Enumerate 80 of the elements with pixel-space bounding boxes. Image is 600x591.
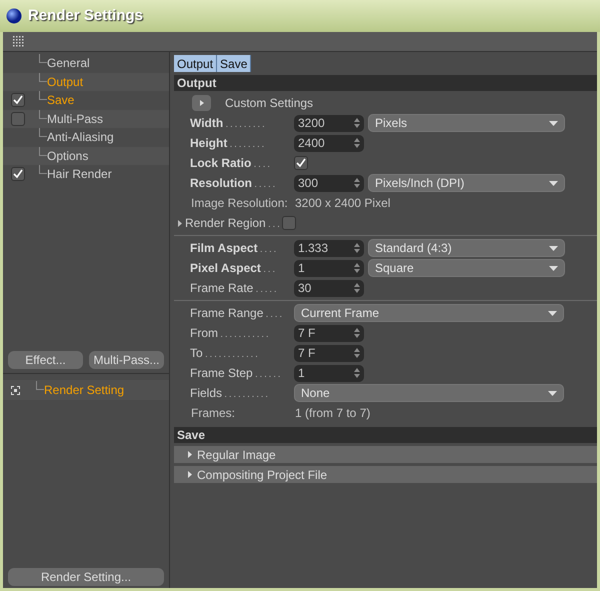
expand-triangle-icon [188, 451, 192, 458]
checkbox[interactable] [11, 112, 25, 126]
spinner-arrows-icon [354, 118, 360, 128]
tab[interactable]: Save [217, 55, 252, 72]
field-label: Frame Range . . . . [190, 305, 283, 322]
dropdown-arrow-icon [549, 246, 558, 250]
info-label: Frames: [191, 405, 236, 422]
info-value: 3200 x 2400 Pixel [295, 195, 390, 212]
dropdown[interactable]: None [294, 384, 564, 402]
number-field[interactable]: 7 F [294, 344, 364, 362]
dropdown-arrow-icon [549, 120, 558, 126]
dropdown[interactable]: Pixels [368, 114, 565, 132]
field-label: Resolution . . . . . [190, 175, 276, 192]
section-header: Output [174, 75, 597, 91]
spinner-arrows-icon [354, 283, 360, 293]
triangle-icon [200, 100, 204, 106]
field-label: To . . . . . . . . . . . . [190, 345, 258, 362]
field-label: Pixel Aspect . . . [190, 260, 276, 277]
info-value: 1 (from 7 to 7) [295, 405, 370, 422]
field-label: Frame Rate . . . . . [190, 280, 278, 297]
dropdown-arrow-icon [549, 266, 558, 270]
tab[interactable]: Output [174, 55, 218, 72]
grip-icon[interactable] [13, 36, 25, 48]
field-label: Render Region . . . [185, 215, 280, 232]
number-field[interactable]: 300 [294, 174, 364, 192]
checkbox[interactable] [11, 93, 25, 108]
checkbox[interactable] [11, 167, 25, 182]
field-label: Height . . . . . . . . [190, 135, 265, 152]
spinner-arrows-icon [354, 348, 360, 358]
checkbox[interactable] [294, 156, 308, 170]
number-field[interactable]: 2400 [294, 134, 364, 152]
section-label: Custom Settings [225, 95, 314, 112]
section-label: Compositing Project File [197, 466, 328, 484]
sphere-icon [6, 8, 22, 24]
spinner-arrows-icon [354, 138, 360, 148]
number-field[interactable]: 1 [294, 260, 364, 276]
spinner-arrows-icon [354, 368, 360, 378]
spinner-arrows-icon [354, 328, 360, 338]
field-label: Width . . . . . . . . . [190, 115, 266, 132]
number-field[interactable]: 30 [294, 280, 364, 296]
dropdown-arrow-icon [549, 180, 558, 186]
section-label: Regular Image [197, 446, 276, 464]
expand-triangle-icon [178, 220, 182, 226]
tree-item[interactable]: Hair Render [47, 165, 112, 184]
info-label: Image Resolution: [191, 195, 289, 212]
spinner-arrows-icon [354, 243, 360, 253]
tree-item[interactable]: Save [47, 91, 74, 110]
checkbox[interactable] [282, 216, 296, 230]
window-title: Render Settings [28, 6, 144, 26]
field-label: Film Aspect . . . . [190, 240, 277, 257]
dropdown[interactable]: Pixels/Inch (DPI) [368, 174, 565, 192]
field-label: Lock Ratio . . . . [190, 155, 271, 172]
dropdown[interactable]: Standard (4:3) [368, 239, 565, 257]
tree-item[interactable]: Anti-Aliasing [47, 128, 114, 146]
collapsed-section[interactable]: Compositing Project File [174, 466, 597, 483]
spinner-arrows-icon [354, 178, 360, 188]
field-label: From . . . . . . . . . . . [190, 325, 270, 342]
checkmark-icon [13, 95, 23, 106]
number-field[interactable]: 7 F [294, 324, 364, 342]
spinner-arrows-icon [354, 263, 360, 273]
checkmark-icon [13, 169, 23, 180]
section-header: Save [174, 427, 597, 443]
dropdown-arrow-icon [548, 390, 557, 396]
panel-button[interactable]: Effect... [8, 351, 83, 370]
field-label: Fields . . . . . . . . . . [190, 385, 269, 402]
field-label: Frame Step . . . . . . [190, 365, 282, 382]
checkmark-icon [296, 158, 306, 168]
focus-icon [11, 386, 20, 395]
panel-button[interactable]: Multi-Pass... [89, 351, 164, 370]
collapsed-section[interactable]: Regular Image [174, 446, 597, 463]
number-field[interactable]: 3200 [294, 114, 364, 132]
dropdown[interactable]: Current Frame [294, 304, 564, 322]
number-field[interactable]: 1 [294, 364, 364, 382]
number-field[interactable]: 1.333 [294, 240, 364, 256]
dropdown[interactable]: Square [368, 259, 565, 277]
tree-item[interactable]: General [47, 54, 90, 72]
expand-button[interactable] [192, 95, 211, 111]
render-setting-button[interactable]: Render Setting... [8, 568, 164, 586]
expand-triangle-icon [188, 471, 192, 478]
dropdown-arrow-icon [548, 310, 557, 316]
